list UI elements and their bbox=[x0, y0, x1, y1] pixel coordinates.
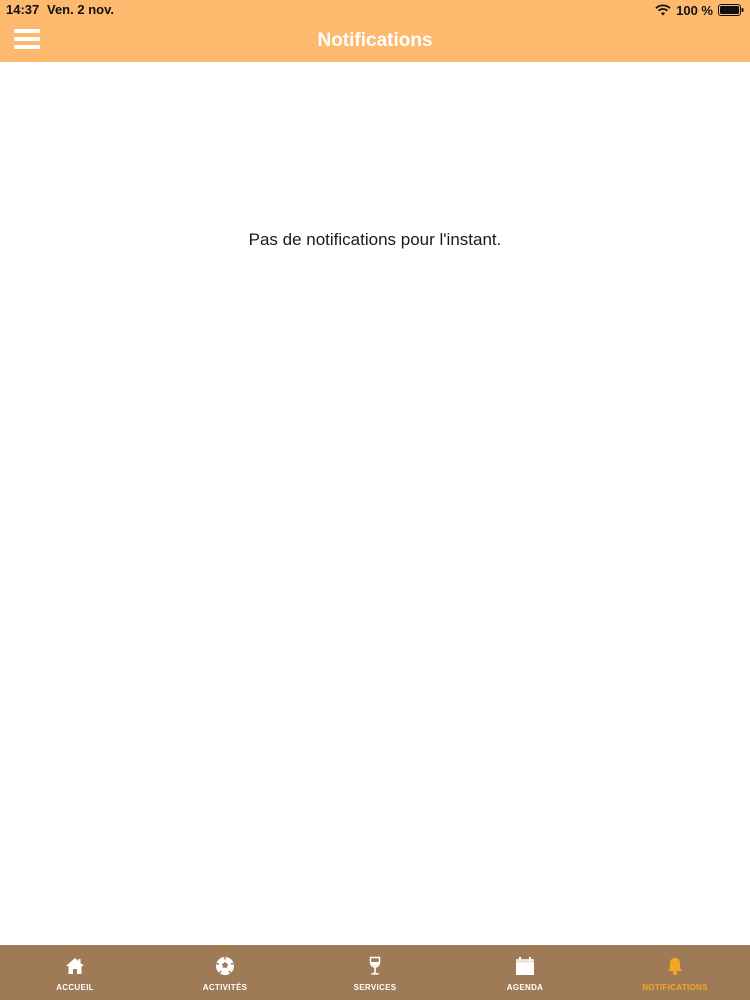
tab-notifications[interactable]: NOTIFICATIONS bbox=[600, 945, 750, 1000]
tab-label: ACTIVITÉS bbox=[202, 983, 248, 992]
tab-activites[interactable]: ACTIVITÉS bbox=[150, 945, 300, 1000]
tab-label: ACCUEIL bbox=[56, 983, 94, 992]
status-time: 14:37 bbox=[6, 2, 40, 17]
soccer-ball-icon bbox=[215, 956, 235, 976]
status-indicators: 100 % bbox=[655, 2, 744, 18]
wine-glass-icon bbox=[365, 956, 385, 976]
battery-icon bbox=[718, 4, 744, 16]
status-bar: 14:37 Ven. 2 nov. 100 % bbox=[0, 0, 750, 20]
wifi-icon bbox=[655, 4, 671, 16]
bell-icon bbox=[665, 956, 685, 976]
status-date: Ven. 2 nov. bbox=[47, 2, 114, 17]
tab-accueil[interactable]: ACCUEIL bbox=[0, 945, 150, 1000]
tab-bar: ACCUEIL ACTIVITÉS SERVICES AGENDA NOTIFI… bbox=[0, 945, 750, 1000]
tab-label: AGENDA bbox=[506, 983, 544, 992]
tab-services[interactable]: SERVICES bbox=[300, 945, 450, 1000]
home-icon bbox=[65, 956, 85, 976]
empty-notifications-message: Pas de notifications pour l'instant. bbox=[248, 230, 502, 249]
calendar-icon bbox=[515, 956, 535, 976]
tab-label: NOTIFICATIONS bbox=[642, 983, 708, 992]
tab-label: SERVICES bbox=[353, 983, 397, 992]
tab-agenda[interactable]: AGENDA bbox=[450, 945, 600, 1000]
app-header: 14:37 Ven. 2 nov. 100 % Notifications bbox=[0, 0, 750, 62]
page-title: Notifications bbox=[317, 30, 433, 51]
battery-percentage: 100 % bbox=[676, 2, 713, 18]
